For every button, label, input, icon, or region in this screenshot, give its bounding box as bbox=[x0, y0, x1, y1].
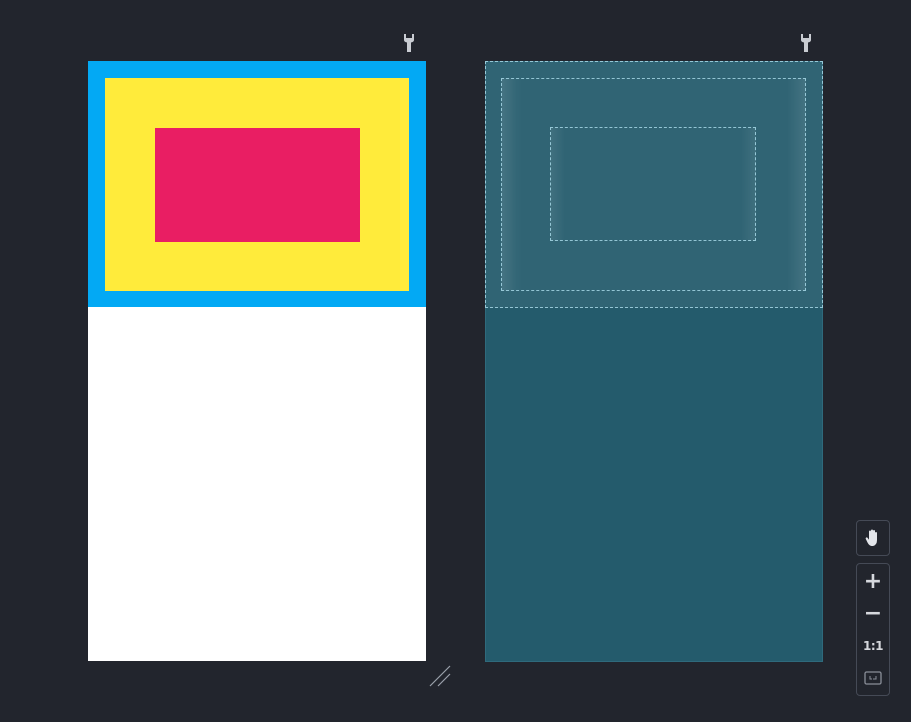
zoom-out-button[interactable]: − bbox=[857, 597, 889, 629]
blueprint-settings-wrench-icon[interactable] bbox=[798, 32, 814, 54]
design-inner-view[interactable] bbox=[155, 128, 360, 242]
resize-handle-icon[interactable] bbox=[428, 664, 452, 688]
pan-hand-icon[interactable] bbox=[857, 522, 889, 554]
design-settings-wrench-icon[interactable] bbox=[401, 32, 417, 54]
zoom-reset-button[interactable]: 1:1 bbox=[857, 630, 889, 662]
zoom-in-button[interactable]: + bbox=[857, 565, 889, 597]
blueprint-inner-view[interactable] bbox=[550, 127, 756, 241]
zoom-to-fit-icon[interactable] bbox=[857, 662, 889, 694]
pan-tool-group bbox=[856, 520, 890, 556]
zoom-controls: + − 1:1 bbox=[856, 563, 890, 696]
